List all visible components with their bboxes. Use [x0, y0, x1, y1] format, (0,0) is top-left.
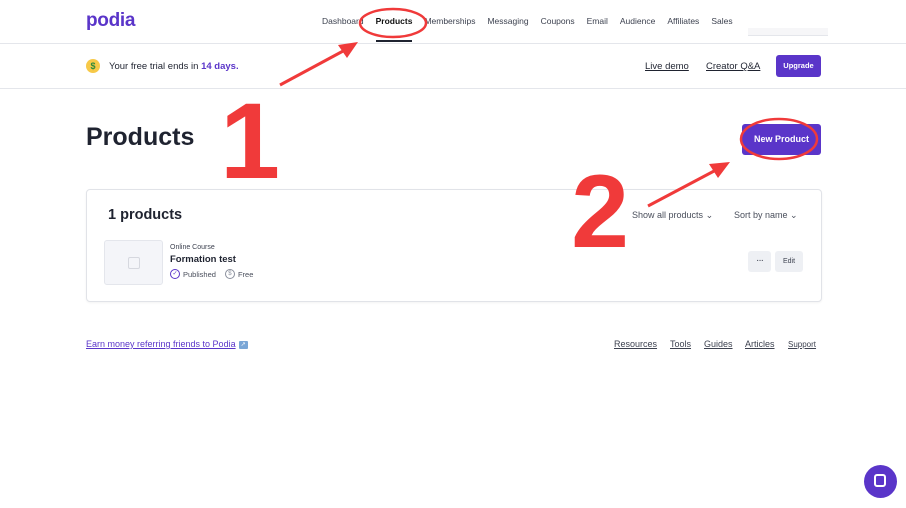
products-card: 1 products Show all products ⌄ Sort by n…	[86, 189, 822, 302]
trial-banner: $ Your free trial ends in 14 days. Live …	[0, 44, 906, 89]
chevron-down-icon: ⌄	[790, 210, 798, 220]
footer-articles[interactable]: Articles	[745, 339, 775, 349]
nav-sales[interactable]: Sales	[711, 16, 732, 26]
nav-email[interactable]: Email	[587, 16, 608, 26]
live-demo-link[interactable]: Live demo	[645, 61, 689, 72]
nav-products[interactable]: Products	[375, 16, 412, 42]
product-status-row: ✓ Published $ Free	[170, 269, 253, 279]
account-menu-stub[interactable]	[748, 28, 828, 36]
check-circle-icon: ✓	[170, 269, 180, 279]
sort-dropdown[interactable]: Sort by name ⌄	[734, 210, 798, 221]
upgrade-button[interactable]: Upgrade	[776, 55, 821, 77]
referral-link[interactable]: Earn money referring friends to Podia ↗	[86, 339, 248, 349]
filter-label: Show all products	[632, 210, 704, 220]
trial-days: 14 days.	[201, 61, 239, 72]
chat-icon	[874, 474, 886, 487]
product-type: Online Course	[170, 244, 215, 251]
product-thumbnail[interactable]	[104, 240, 163, 285]
nav-coupons[interactable]: Coupons	[541, 16, 575, 26]
top-navigation: podia Dashboard Products Memberships Mes…	[0, 0, 906, 44]
footer-guides[interactable]: Guides	[704, 339, 733, 349]
edit-button[interactable]: Edit	[775, 251, 803, 272]
trial-prefix: Your free trial ends in	[109, 61, 202, 72]
money-face-icon: $	[86, 59, 100, 73]
dollar-circle-icon: $	[224, 269, 235, 279]
products-count: 1 products	[108, 207, 183, 223]
nav-affiliates[interactable]: Affiliates	[667, 16, 699, 26]
referral-text: Earn money referring friends to Podia	[86, 339, 236, 349]
image-placeholder-icon	[128, 257, 140, 269]
podia-logo[interactable]: podia	[86, 10, 135, 32]
footer-resources[interactable]: Resources	[614, 339, 657, 349]
product-price: Free	[237, 269, 254, 279]
external-link-icon: ↗	[238, 340, 248, 349]
more-options-button[interactable]: ···	[748, 251, 771, 272]
footer-tools[interactable]: Tools	[670, 339, 691, 349]
new-product-button[interactable]: New Product	[742, 124, 821, 155]
nav-dashboard[interactable]: Dashboard	[322, 16, 364, 26]
product-name[interactable]: Formation test	[170, 254, 236, 265]
show-all-products-dropdown[interactable]: Show all products ⌄	[632, 210, 713, 221]
sort-label: Sort by name	[734, 210, 788, 220]
arrow-2-head	[709, 162, 730, 178]
nav-memberships[interactable]: Memberships	[424, 16, 475, 26]
footer-support[interactable]: Support	[788, 340, 816, 349]
nav-audience[interactable]: Audience	[620, 16, 655, 26]
main-nav: Dashboard Products Memberships Messaging…	[322, 16, 745, 42]
status-published: Published	[183, 269, 216, 279]
creator-qa-link[interactable]: Creator Q&A	[706, 61, 760, 72]
nav-messaging[interactable]: Messaging	[487, 16, 528, 26]
annotation-number-1: 1	[220, 80, 280, 201]
chat-launcher-button[interactable]	[864, 465, 897, 498]
trial-message: Your free trial ends in 14 days.	[109, 61, 239, 72]
chevron-down-icon: ⌄	[705, 210, 714, 220]
page-title: Products	[86, 123, 195, 151]
